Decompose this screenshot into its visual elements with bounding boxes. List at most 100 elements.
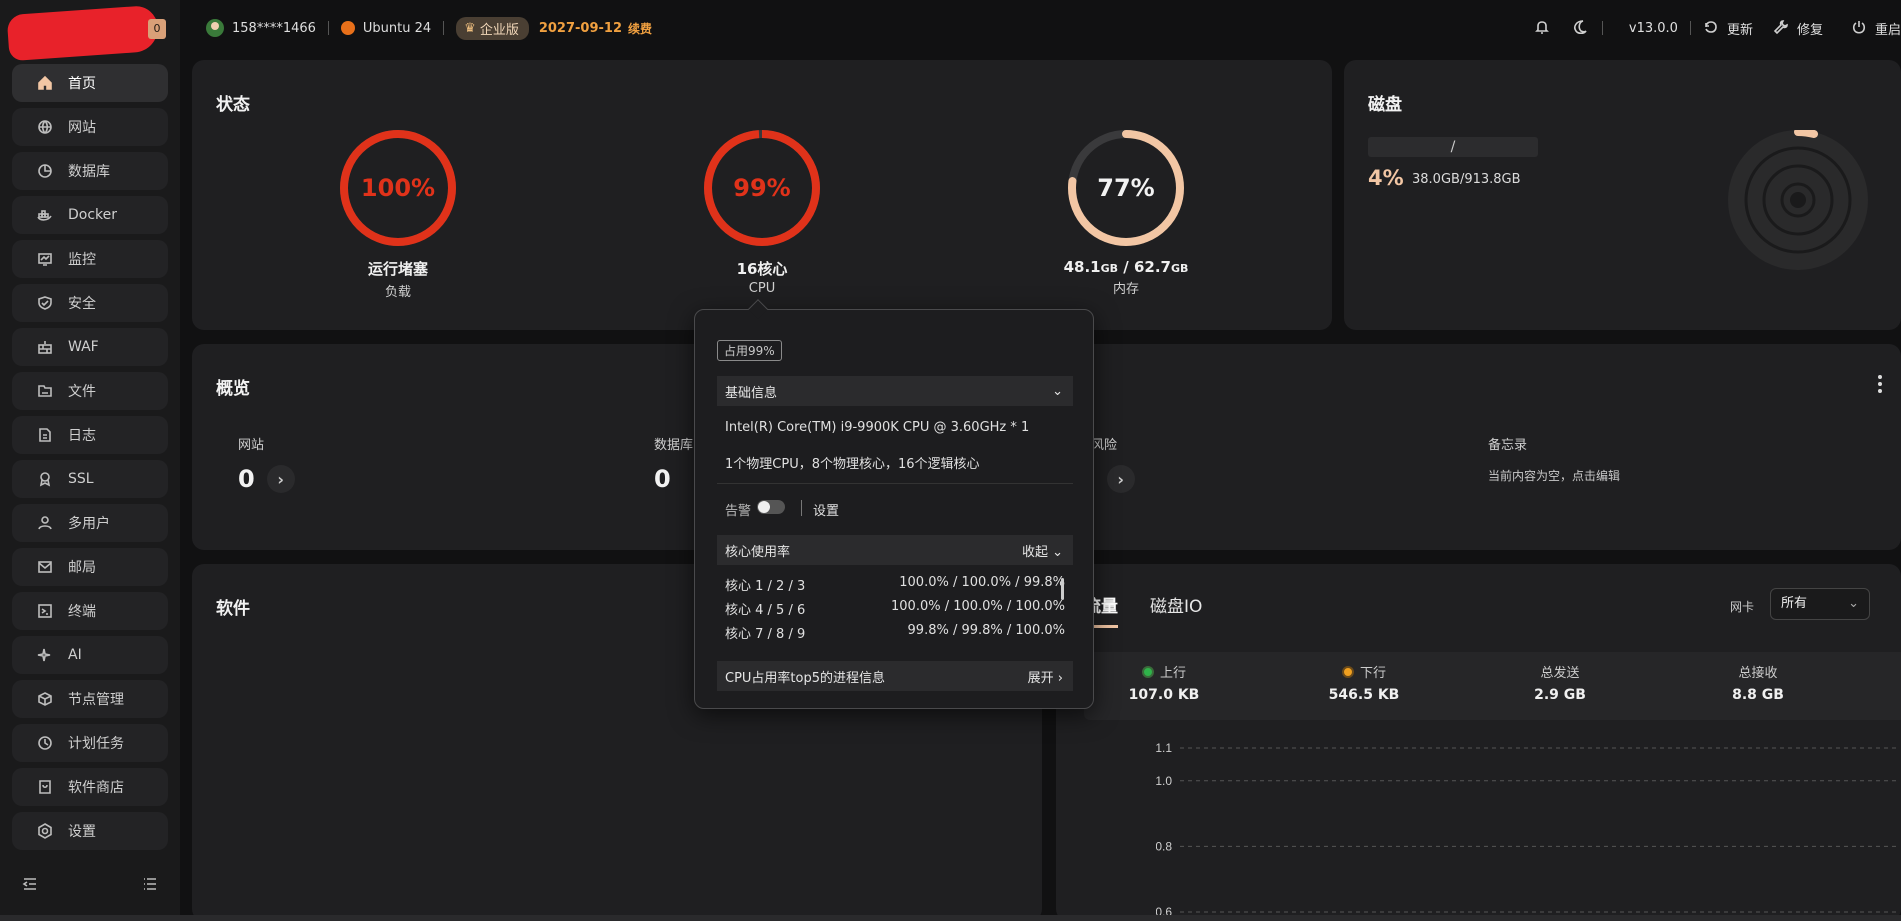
chevron-right-icon[interactable]: › bbox=[1106, 465, 1135, 493]
cpu-gauge[interactable]: 99% 16核心 CPU bbox=[692, 128, 832, 296]
sidebar-item-multiuser[interactable]: 多用户 bbox=[12, 504, 168, 542]
mail-icon bbox=[36, 558, 54, 576]
databases-count: 0 bbox=[654, 465, 693, 493]
stat-total-sent: 总发送 2.9 GB bbox=[1490, 662, 1630, 703]
edition-badge[interactable]: ♛ 企业版 bbox=[456, 16, 529, 40]
chevron-right-icon: › bbox=[1057, 670, 1063, 686]
upload-label: 上行 bbox=[1159, 666, 1186, 681]
globe-icon bbox=[36, 118, 54, 136]
more-options-icon[interactable] bbox=[1877, 374, 1883, 394]
repair-button[interactable]: 修复 bbox=[1797, 19, 1823, 38]
disk-percent: 4% bbox=[1368, 166, 1404, 190]
redacted-logo bbox=[6, 4, 160, 62]
update-button[interactable]: 更新 bbox=[1727, 19, 1753, 38]
os-info: Ubuntu 24 bbox=[340, 21, 431, 36]
disk-mount-bar[interactable]: / bbox=[1368, 137, 1538, 157]
sidebar-item-label: 计划任务 bbox=[68, 736, 124, 752]
sidebar-item-cron[interactable]: 计划任务 bbox=[12, 724, 168, 762]
total-sent-value: 2.9 GB bbox=[1534, 687, 1586, 703]
store-icon bbox=[36, 778, 54, 796]
shield-icon bbox=[36, 294, 54, 312]
disk-title: 磁盘 bbox=[1368, 95, 1402, 115]
crown-icon: ♛ bbox=[464, 20, 476, 36]
node-icon bbox=[36, 690, 54, 708]
user-account[interactable]: 158****1466 bbox=[206, 19, 316, 37]
renew-link[interactable]: 续费 bbox=[628, 20, 652, 37]
total-received-value: 8.8 GB bbox=[1732, 687, 1784, 703]
sidebar-item-home[interactable]: 首页 bbox=[12, 64, 168, 102]
folder-icon bbox=[36, 382, 54, 400]
sidebar-item-security[interactable]: 安全 bbox=[12, 284, 168, 322]
core-usage-header[interactable]: 核心使用率 收起 ⌄ bbox=[717, 535, 1073, 565]
sidebar-item-logs[interactable]: 日志 bbox=[12, 416, 168, 454]
traffic-card: 流量 磁盘IO 网卡 所有 ⌄ 上行 107.0 KB 下行 546.5 KB … bbox=[1056, 564, 1901, 921]
scrollbar-thumb[interactable] bbox=[1061, 578, 1064, 600]
memory-sub: 内存 bbox=[1112, 282, 1139, 297]
databases-label: 数据库 bbox=[654, 438, 694, 453]
sidebar-item-store[interactable]: 软件商店 bbox=[12, 768, 168, 806]
sidebar-item-mail[interactable]: 邮局 bbox=[12, 548, 168, 586]
power-icon[interactable] bbox=[1851, 19, 1869, 37]
websites-label: 网站 bbox=[238, 438, 265, 453]
sidebar-item-files[interactable]: 文件 bbox=[12, 372, 168, 410]
sidebar-item-label: 日志 bbox=[68, 428, 96, 444]
overview-databases[interactable]: 数据库 0 bbox=[654, 434, 693, 493]
upload-legend-icon bbox=[1141, 665, 1154, 678]
bell-icon[interactable] bbox=[1534, 19, 1552, 37]
chevron-right-icon[interactable]: › bbox=[266, 465, 295, 493]
notification-badge[interactable]: 0 bbox=[148, 19, 166, 39]
cpu-cores-info: 1个物理CPU，8个物理核心，16个逻辑核心 bbox=[725, 457, 980, 472]
disk-platter-icon bbox=[1728, 130, 1868, 270]
expand-toggle[interactable]: 展开 › bbox=[1028, 667, 1063, 686]
expire-date: 2027-09-12 bbox=[538, 20, 622, 36]
collapse-sidebar-icon[interactable] bbox=[22, 876, 42, 896]
software-title: 软件 bbox=[216, 599, 250, 619]
memo-text[interactable]: 当前内容为空，点击编辑 bbox=[1488, 467, 1620, 484]
memo-label: 备忘录 bbox=[1488, 438, 1528, 453]
sidebar-item-database[interactable]: 数据库 bbox=[12, 152, 168, 190]
sidebar-item-website[interactable]: 网站 bbox=[12, 108, 168, 146]
top5-header[interactable]: CPU占用率top5的进程信息 展开 › bbox=[717, 661, 1073, 691]
memory-unit: GB bbox=[1170, 262, 1189, 275]
upload-value: 107.0 KB bbox=[1128, 687, 1200, 703]
refresh-icon[interactable] bbox=[1703, 19, 1721, 37]
sidebar-item-terminal[interactable]: 终端 bbox=[12, 592, 168, 630]
sidebar-item-label: WAF bbox=[68, 339, 99, 355]
load-ring: 100% bbox=[338, 128, 458, 248]
sidebar-item-ai[interactable]: AI bbox=[12, 636, 168, 674]
tab-disk-io[interactable]: 磁盘IO bbox=[1150, 592, 1202, 628]
nic-select[interactable]: 所有 ⌄ bbox=[1770, 588, 1870, 620]
memory-gauge[interactable]: 77% 48.1GB / 62.7GB 内存 bbox=[1056, 128, 1196, 297]
terminal-icon bbox=[36, 602, 54, 620]
alert-settings-link[interactable]: 设置 bbox=[813, 500, 839, 519]
sidebar-item-label: Docker bbox=[68, 207, 118, 223]
basic-info-header[interactable]: 基础信息 ⌄ bbox=[717, 376, 1073, 406]
user-name: 158****1466 bbox=[232, 20, 316, 36]
sidebar-item-waf[interactable]: WAF bbox=[12, 328, 168, 366]
disk-size: 38.0GB/913.8GB bbox=[1412, 172, 1521, 187]
traffic-chart: 1.11.00.80.6 bbox=[1156, 741, 1896, 919]
collapse-toggle[interactable]: 收起 ⌄ bbox=[1022, 541, 1063, 560]
sidebar-item-settings[interactable]: 设置 bbox=[12, 812, 168, 850]
user-icon bbox=[36, 514, 54, 532]
sidebar-item-monitor[interactable]: 监控 bbox=[12, 240, 168, 278]
load-gauge[interactable]: 100% 运行堵塞 负载 bbox=[328, 128, 468, 300]
memory-unit: GB bbox=[1100, 262, 1119, 275]
dark-mode-icon[interactable] bbox=[1572, 19, 1590, 37]
overview-websites[interactable]: 网站 0 › bbox=[238, 434, 295, 493]
logo-area: 0 bbox=[0, 0, 180, 62]
sidebar-item-nodes[interactable]: 节点管理 bbox=[12, 680, 168, 718]
total-sent-label: 总发送 bbox=[1540, 666, 1580, 681]
sidebar-item-docker[interactable]: Docker bbox=[12, 196, 168, 234]
y-tick-label: 1.0 bbox=[1156, 774, 1172, 788]
top-bar: 158****1466 Ubuntu 24 ♛ 企业版 2027-09-12 续… bbox=[192, 10, 1901, 46]
traffic-stats: 上行 107.0 KB 下行 546.5 KB 总发送 2.9 GB 总接收 8… bbox=[1084, 652, 1901, 720]
core-row-label: 核心 7 / 8 / 9 bbox=[725, 627, 806, 642]
sidebar-item-ssl[interactable]: SSL bbox=[12, 460, 168, 498]
wrench-icon[interactable] bbox=[1773, 19, 1791, 37]
nic-selected: 所有 bbox=[1781, 596, 1808, 611]
alert-toggle[interactable] bbox=[757, 500, 785, 514]
restart-button[interactable]: 重启 bbox=[1875, 19, 1901, 38]
overview-memo[interactable]: 备忘录 当前内容为空，点击编辑 bbox=[1488, 434, 1620, 484]
menu-list-icon[interactable] bbox=[142, 876, 162, 896]
